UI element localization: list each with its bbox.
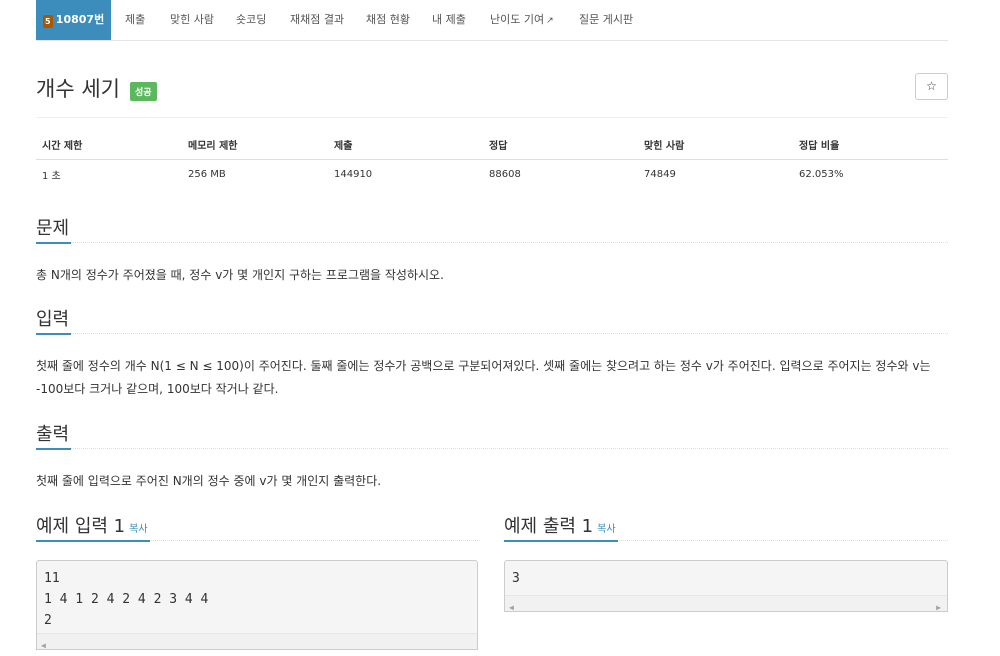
value-submissions: 144910	[334, 168, 373, 180]
sample-input-title: 예제 입력 1	[36, 516, 126, 537]
problem-tabs: 5 10807번 제출 맞힌 사람 숏코딩 재채점 결과 채점 현황 내 제출 난…	[36, 0, 948, 41]
sample-output-heading: 예제 출력 1 복사	[504, 512, 618, 542]
tab-submit[interactable]: 제출	[125, 0, 145, 40]
problem-section-header: 문제	[36, 214, 948, 244]
value-memory-limit: 256 MB	[188, 168, 226, 180]
status-badge: 성공	[130, 82, 157, 101]
value-solvers: 74849	[644, 168, 676, 180]
header-solvers: 맞힌 사람	[638, 130, 793, 160]
value-time-limit: 1 초	[42, 170, 61, 182]
problem-heading: 문제	[36, 214, 72, 244]
star-button[interactable]: ☆	[915, 73, 948, 100]
problem-page: 5 10807번 제출 맞힌 사람 숏코딩 재채점 결과 채점 현황 내 제출 난…	[36, 0, 948, 650]
tab-problem-label: 10807번	[55, 13, 105, 26]
problem-info-table: 시간 제한 메모리 제한 제출 정답 맞힌 사람 정답 비율 1 초 256 M…	[36, 130, 948, 188]
sample-output-content: 3	[512, 571, 520, 586]
header-accepted: 정답	[483, 130, 638, 160]
scroll-left-icon[interactable]: ◀	[509, 597, 514, 618]
sample-input-content: 11 1 4 1 2 4 2 4 2 3 4 4 2	[44, 571, 209, 628]
output-description: 첫째 줄에 입력으로 주어진 N개의 정수 중에 v가 몇 개인지 출력한다.	[36, 474, 382, 488]
sample-input-heading: 예제 입력 1 복사	[36, 512, 150, 542]
tab-problem[interactable]: 5 10807번	[36, 0, 111, 40]
tab-solvers[interactable]: 맞힌 사람	[170, 0, 214, 40]
sample-input-scrollbar[interactable]: ◀	[37, 633, 477, 650]
external-link-icon: ↗	[546, 16, 554, 26]
header-memory-limit: 메모리 제한	[182, 130, 328, 160]
tab-short-coding[interactable]: 숏코딩	[236, 0, 266, 40]
sample-output-box: 3 ◀ ▶	[504, 560, 948, 612]
input-section-header: 입력	[36, 305, 948, 335]
input-heading: 입력	[36, 305, 72, 335]
title-row: 개수 세기 성공 ☆	[36, 41, 948, 118]
sample-output-title: 예제 출력 1	[504, 516, 594, 537]
tab-judge-status[interactable]: 채점 현황	[366, 0, 410, 40]
tab-qna-board[interactable]: 질문 게시판	[579, 0, 633, 40]
problem-description: 총 N개의 정수가 주어졌을 때, 정수 v가 몇 개인지 구하는 프로그램을 …	[36, 268, 444, 282]
sample-input-box: 11 1 4 1 2 4 2 4 2 3 4 4 2 ◀	[36, 560, 478, 650]
scroll-right-icon[interactable]: ▶	[936, 597, 941, 618]
info-header-row: 시간 제한 메모리 제한 제출 정답 맞힌 사람 정답 비율	[36, 130, 948, 160]
value-accept-ratio: 62.053%	[799, 168, 844, 180]
tab-difficulty-label: 난이도 기여	[490, 13, 545, 26]
header-time-limit: 시간 제한	[36, 130, 182, 160]
value-accepted: 88608	[489, 168, 521, 180]
output-section-header: 출력	[36, 420, 948, 450]
sample-output-header: 예제 출력 1 복사	[504, 512, 948, 542]
problem-title: 개수 세기	[36, 77, 120, 101]
info-value-row: 1 초 256 MB 144910 88608 74849 62.053%	[36, 160, 948, 189]
output-heading: 출력	[36, 420, 72, 450]
copy-output-button[interactable]: 복사	[597, 524, 615, 535]
header-accept-ratio: 정답 비율	[793, 130, 948, 160]
tab-my-submissions[interactable]: 내 제출	[432, 0, 466, 40]
tab-rejudge-results[interactable]: 재채점 결과	[290, 0, 344, 40]
input-description: 첫째 줄에 정수의 개수 N(1 ≤ N ≤ 100)이 주어진다. 둘째 줄에…	[36, 359, 931, 396]
tab-difficulty-contribution[interactable]: 난이도 기여 ↗	[490, 0, 554, 40]
header-submissions: 제출	[328, 130, 483, 160]
tier-badge-icon: 5	[42, 15, 53, 28]
sample-input-header: 예제 입력 1 복사	[36, 512, 480, 542]
sample-output-scrollbar[interactable]: ◀ ▶	[505, 595, 947, 612]
star-icon: ☆	[926, 79, 937, 93]
copy-input-button[interactable]: 복사	[129, 524, 147, 535]
